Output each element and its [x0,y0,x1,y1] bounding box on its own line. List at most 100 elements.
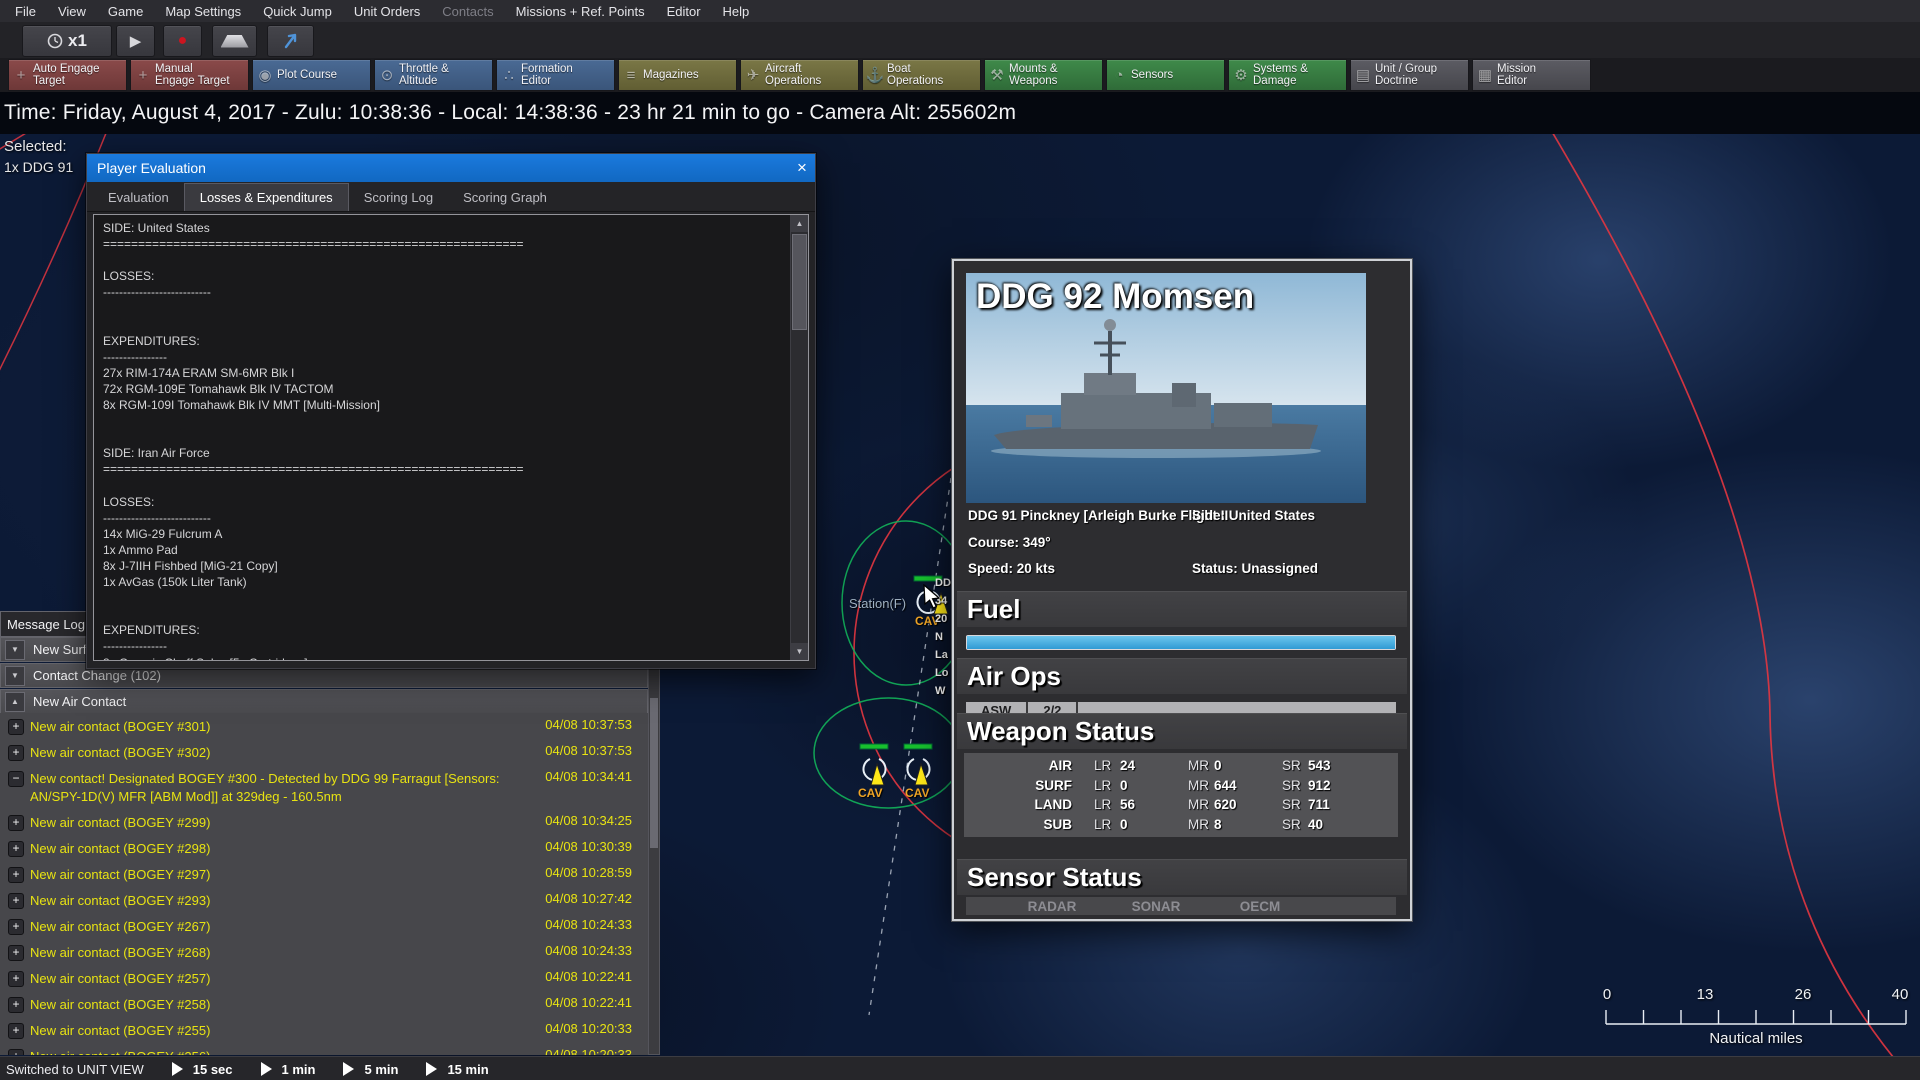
unit-symbol-ship-2[interactable] [859,743,889,786]
dialog-title-bar[interactable]: Player Evaluation × [87,154,815,182]
unit-label[interactable]: CAV [905,786,929,800]
log-entry-time: 04/08 10:27:42 [545,891,632,906]
log-entry-time: 04/08 10:20:33 [545,1047,632,1055]
expand-icon[interactable]: + [8,997,24,1013]
log-entry[interactable]: + New air contact (BOGEY #302) 04/08 10:… [0,739,648,765]
fuel-section-header: Fuel [957,591,1407,627]
unit-label[interactable]: CAV [858,786,882,800]
clock-icon [47,33,63,49]
expand-icon[interactable]: + [8,945,24,961]
time-step-button[interactable]: 15 min [426,1062,489,1077]
menu-bar: File View Game Map Settings Quick Jump Unit O… [0,0,1920,23]
unit-status: Status: Unassigned [1192,561,1319,576]
time-step-button[interactable]: 1 min [260,1062,315,1077]
sensor-status-strip: RADAR SONAR OECM [966,897,1396,915]
toolbar-button[interactable]: ⊙ Throttle & Altitude [374,59,493,91]
sensor-name[interactable]: SONAR [1104,899,1208,914]
expand-icon[interactable]: + [8,841,24,857]
menu-item[interactable]: View [47,4,97,19]
log-entry[interactable]: + New air contact (BOGEY #258) 04/08 10:… [0,991,648,1017]
camera-view-button[interactable] [212,25,257,57]
toolbar-button[interactable]: + Manual Engage Target [130,59,249,91]
log-entry[interactable]: + New air contact (BOGEY #256) 04/08 10:… [0,1043,648,1055]
menu-item[interactable]: Map Settings [154,4,252,19]
log-entry[interactable]: + New air contact (BOGEY #268) 04/08 10:… [0,939,648,965]
chevron-down-icon[interactable]: ▼ [5,665,25,686]
tab-losses-expenditures[interactable]: Losses & Expenditures [183,183,349,211]
menu-item[interactable]: Missions + Ref. Points [505,4,656,19]
menu-item[interactable]: Game [97,4,154,19]
toolbar-button[interactable]: ⚓ Boat Operations [862,59,981,91]
time-compression-button[interactable]: x1 [22,25,112,57]
dialog-tab-strip: Evaluation Losses & Expenditures Scoring… [87,182,815,212]
log-entry-time: 04/08 10:37:53 [545,743,632,758]
expand-icon[interactable]: + [8,719,24,735]
scroll-down-icon[interactable]: ▼ [791,643,808,660]
expand-icon[interactable]: + [8,1049,24,1055]
menu-item[interactable]: Contacts [431,4,504,19]
log-entry[interactable]: + New air contact (BOGEY #297) 04/08 10:… [0,861,648,887]
sensor-name[interactable]: RADAR [1000,899,1104,914]
log-entry[interactable]: + New air contact (BOGEY #301) 04/08 10:… [0,713,648,739]
expand-icon[interactable]: + [8,919,24,935]
expand-icon[interactable]: + [8,867,24,883]
expand-icon[interactable]: + [8,1023,24,1039]
menu-item[interactable]: Unit Orders [343,4,431,19]
toolbar-button-icon: + [138,66,148,84]
toolbar-button[interactable]: ◔ Sensors [1106,59,1225,91]
unit-symbol-ship-3[interactable] [903,743,933,786]
time-step-button[interactable]: 5 min [343,1062,398,1077]
selection-readout: Selected: 1x DDG 91 [4,138,73,175]
toolbar-button[interactable]: ✈ Aircraft Operations [740,59,859,91]
chevron-down-icon[interactable]: ▼ [5,639,25,660]
toolbar-button-label2: Doctrine [1375,75,1418,87]
tab-scoring-graph[interactable]: Scoring Graph [448,184,562,211]
toolbar-button[interactable]: ∴ Formation Editor [496,59,615,91]
menu-item[interactable]: File [4,4,47,19]
log-entry[interactable]: − New contact! Designated BOGEY #300 - D… [0,765,648,809]
log-entry[interactable]: + New air contact (BOGEY #255) 04/08 10:… [0,1017,648,1043]
long-range-label: LR [1094,777,1112,793]
menu-item[interactable]: Editor [656,4,712,19]
toolbar-button[interactable]: ≡ Magazines [618,59,737,91]
record-button[interactable]: ● [163,25,202,57]
medium-range-label: MR [1188,777,1209,793]
expand-icon[interactable]: + [8,893,24,909]
menu-item[interactable]: Quick Jump [252,4,343,19]
toolbar-button[interactable]: + Auto Engage Target [8,59,127,91]
log-group-new-air-contact[interactable]: ▲ New Air Contact [0,689,648,714]
dialog-scrollbar[interactable]: ▲ ▼ [790,215,808,660]
toolbar-button[interactable]: ⚙ Systems & Damage [1228,59,1347,91]
expand-icon[interactable]: − [8,771,24,787]
toolbar-button[interactable]: ▤ Unit / Group Doctrine [1350,59,1469,91]
log-entry[interactable]: + New air contact (BOGEY #298) 04/08 10:… [0,835,648,861]
toolbar-button[interactable]: ◉ Plot Course [252,59,371,91]
close-icon[interactable]: × [789,158,815,178]
play-button[interactable]: ▶ [116,25,155,57]
toolbar-button-icon: ▦ [1477,67,1493,84]
tab-evaluation[interactable]: Evaluation [93,184,184,211]
sensor-name[interactable]: OECM [1208,899,1312,914]
toolbar-button-label2: Editor [521,75,552,87]
log-entry[interactable]: + New air contact (BOGEY #257) 04/08 10:… [0,965,648,991]
toolbar-button[interactable]: ▦ Mission Editor [1472,59,1591,91]
menu-item[interactable]: Help [712,4,761,19]
jump-to-unit-button[interactable] [267,25,314,57]
scroll-up-icon[interactable]: ▲ [791,215,808,232]
dialog-scrollbar-thumb[interactable] [792,234,807,330]
log-scrollbar[interactable] [648,637,660,1055]
log-scrollbar-thumb[interactable] [650,698,658,848]
tab-scoring-log[interactable]: Scoring Log [349,184,448,211]
fuel-gauge-fill [967,636,1395,649]
chevron-up-icon[interactable]: ▲ [5,691,25,712]
log-entry[interactable]: + New air contact (BOGEY #299) 04/08 10:… [0,809,648,835]
toolbar-button[interactable]: ⚒ Mounts & Weapons [984,59,1103,91]
expand-icon[interactable]: + [8,971,24,987]
expand-icon[interactable]: + [8,815,24,831]
expand-icon[interactable]: + [8,745,24,761]
weapon-category: SUB [1043,817,1072,833]
log-entry[interactable]: + New air contact (BOGEY #293) 04/08 10:… [0,887,648,913]
message-log-tab[interactable]: Message Log [0,611,92,637]
time-step-button[interactable]: 15 sec [171,1062,233,1077]
log-entry[interactable]: + New air contact (BOGEY #267) 04/08 10:… [0,913,648,939]
